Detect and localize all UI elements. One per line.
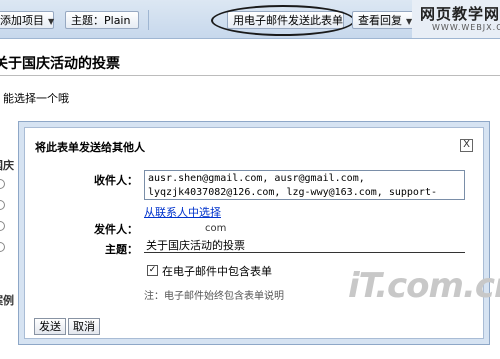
- subject-field[interactable]: 关于国庆活动的投票: [144, 239, 465, 253]
- send-button[interactable]: 发送: [34, 318, 66, 335]
- theme-value: Plain: [104, 14, 131, 27]
- close-icon[interactable]: X: [460, 139, 473, 152]
- bg-radio-option: [0, 242, 5, 252]
- toolbar-divider: [148, 10, 149, 30]
- site-logo: 网页教学网 WWW.WEBJX.COM: [412, 0, 500, 38]
- bg-radio-option: [0, 200, 5, 210]
- dialog-title: 将此表单发送给其他人: [35, 141, 145, 154]
- subject-label: 主题：: [105, 243, 138, 256]
- add-item-button[interactable]: 添加项目 ▼: [0, 11, 54, 29]
- view-responses-button[interactable]: 查看回复 ▼: [352, 11, 418, 29]
- theme-label: 主题：: [71, 14, 104, 27]
- dialog-note: 注：电子邮件始终包含表单说明: [144, 291, 284, 302]
- watermark-logo: iT.com.cn: [348, 266, 500, 306]
- form-title: 关于国庆活动的投票: [0, 53, 500, 76]
- view-responses-label: 查看回复: [358, 14, 402, 27]
- form-toolbar: 添加项目 ▼ 主题：Plain 用电子邮件发送此表单 查看回复 ▼ 网页教学网 WW…: [0, 0, 500, 39]
- logo-text-en: WWW.WEBJX.COM: [432, 23, 500, 32]
- add-item-label: 添加项目: [0, 14, 44, 27]
- logo-text-cn: 网页教学网: [420, 5, 500, 23]
- form-title-text: 关于国庆活动的投票: [0, 56, 120, 72]
- recipients-field[interactable]: ausr.shen@gmail.com, ausr@gmail.com, lyq…: [144, 170, 465, 200]
- include-form-checkbox[interactable]: ✓: [147, 265, 158, 276]
- theme-button[interactable]: 主题：Plain: [65, 11, 139, 29]
- cancel-button[interactable]: 取消: [68, 318, 100, 335]
- dialog-body: 将此表单发送给其他人 X 收件人： ausr.shen@gmail.com, a…: [24, 127, 484, 339]
- recipients-label: 收件人：: [94, 174, 138, 187]
- bg-question-label: 国庆: [0, 159, 14, 172]
- form-description: 能选择一个哦: [0, 90, 69, 106]
- send-form-dialog: 将此表单发送给其他人 X 收件人： ausr.shen@gmail.com, a…: [18, 121, 490, 345]
- bg-radio-option: [0, 179, 5, 189]
- bg-section-label: 案例: [0, 294, 14, 307]
- checkmark-icon: ✓: [148, 265, 157, 275]
- bg-radio-option: [0, 221, 5, 231]
- sender-value: com: [205, 223, 227, 234]
- choose-contacts-link[interactable]: 从联系人中选择: [144, 204, 221, 220]
- include-form-label: 在电子邮件中包含表单: [162, 265, 272, 278]
- form-description-text: 能选择一个哦: [3, 92, 69, 105]
- highlight-ellipse: [211, 5, 355, 36]
- sender-label: 发件人：: [94, 223, 138, 236]
- chevron-down-icon: ▼: [48, 17, 55, 26]
